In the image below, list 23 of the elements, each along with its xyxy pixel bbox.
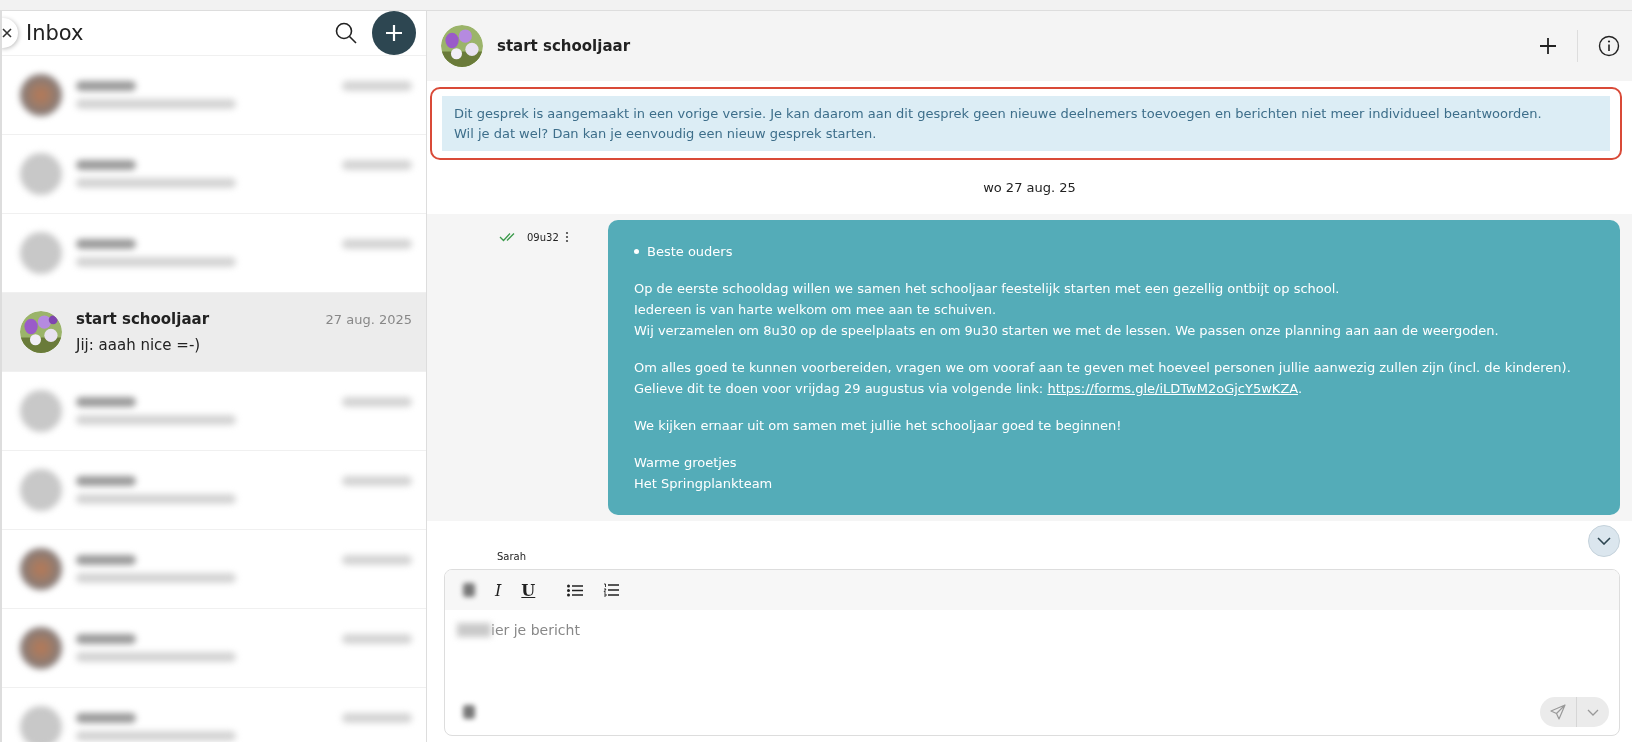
message-text: We kijken ernaar uit om samen met jullie het schooljaar goed te beginnen! bbox=[634, 418, 1123, 433]
message-text: Iedereen is van harte welkom om mee aan te schuiven. bbox=[634, 302, 998, 317]
message-text: Beste ouders bbox=[647, 244, 733, 259]
conversation-title: start schooljaar bbox=[76, 310, 210, 328]
conversation-date: 27 aug. 2025 bbox=[325, 312, 412, 327]
message-text: Warme groetjes bbox=[634, 455, 738, 470]
notice-text: Dit gesprek is aangemaakt in een vorige versie. Je kan daarom aan dit gesprek geen nieuwe deelnemers toevoegen en berichten niet meer individueel beantwoorden. bbox=[454, 106, 1543, 121]
italic-button[interactable]: I bbox=[495, 580, 502, 600]
message-input[interactable]: ier je bericht bbox=[491, 622, 1607, 638]
message-time: 09u32 bbox=[527, 231, 559, 243]
chat-title: start schooljaar bbox=[497, 37, 631, 55]
conversation-preview: Jij: aaah nice =-) bbox=[76, 336, 202, 354]
inbox-title: Inbox bbox=[26, 21, 85, 45]
message-text: Op de eerste schooldag willen we samen het schooljaar feestelijk starten met een gezellig ontbijt op school. bbox=[634, 281, 1341, 296]
message-text: Gelieve dit te doen voor vrijdag 29 augustus via volgende link: https://forms.gle/iLDTwM2oGjcY5wKZA. bbox=[634, 381, 1304, 396]
notice-text: Wil je dat wel? Dan kan je eenvoudig een nieuw gesprek starten. bbox=[454, 126, 878, 141]
conversation-item[interactable]: start schooljaar 27 aug. 2025 Jij: aaah nice =-) bbox=[2, 292, 426, 371]
sender-name: Sarah bbox=[497, 551, 527, 564]
message-text: Wij verzamelen om 8u30 op de speelplaats en om 9u30 starten we met de lessen. We passen onze planning aan aan de weergoden. bbox=[634, 323, 1500, 338]
date-separator: wo 27 aug. 25 bbox=[983, 179, 1076, 195]
underline-button[interactable]: U bbox=[521, 580, 536, 600]
message-text: Het Springplankteam bbox=[634, 476, 774, 491]
message-text: Om alles goed te kunnen voorbereiden, vragen we om vooraf aan te geven met hoeveel personen jullie aanwezig zullen zijn (incl. de kinderen). bbox=[634, 360, 1572, 375]
